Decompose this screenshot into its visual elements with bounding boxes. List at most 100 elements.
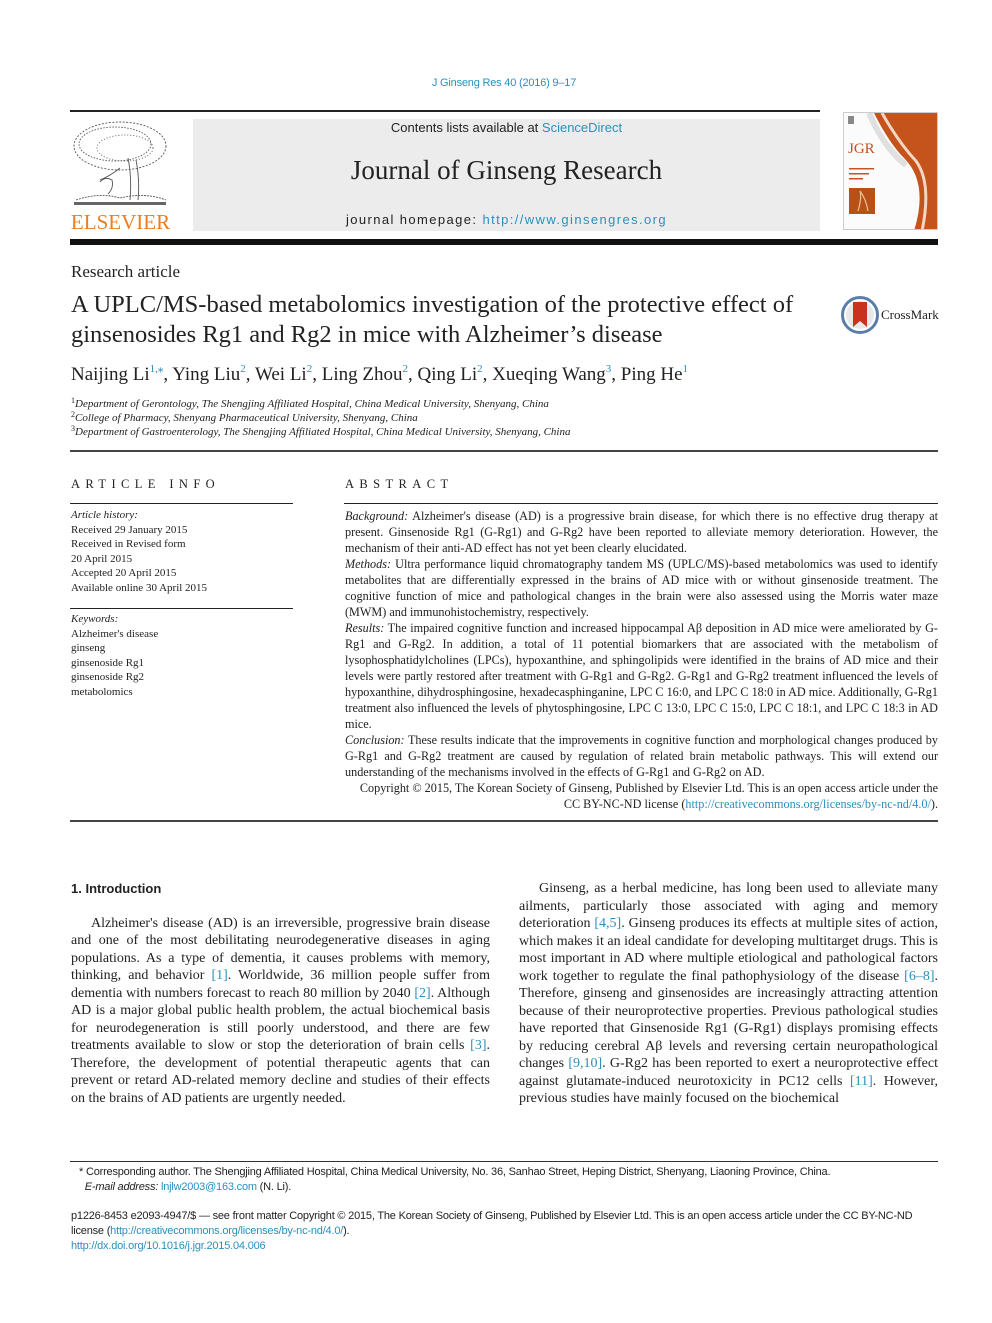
homepage-label: journal homepage: bbox=[345, 212, 483, 227]
article-type: Research article bbox=[71, 262, 181, 281]
doi-link[interactable]: http://dx.doi.org/10.1016/j.jgr.2015.04.… bbox=[71, 1240, 266, 1252]
body-column-right: Ginseng, as a herbal medicine, has long … bbox=[519, 880, 938, 1108]
author-name[interactable]: Ling Zhou bbox=[322, 364, 403, 385]
reference-link[interactable]: [4,5] bbox=[594, 916, 621, 931]
article-history-label: Article history: bbox=[71, 509, 138, 521]
affiliation-text: Department of Gerontology, The Shengjing… bbox=[75, 398, 549, 410]
header-top-rule bbox=[70, 110, 820, 112]
article-info-heading: ARTICLE INFO bbox=[71, 477, 221, 491]
reference-link[interactable]: [11] bbox=[850, 1074, 873, 1089]
journal-banner: Contents lists available at ScienceDirec… bbox=[193, 119, 820, 231]
section-divider bbox=[70, 450, 938, 452]
email-suffix: (N. Li). bbox=[256, 1181, 292, 1193]
abstract-heading: ABSTRACT bbox=[345, 477, 454, 491]
affiliation-text: Department of Gastroenterology, The Shen… bbox=[75, 426, 571, 438]
article-history-list: Received 29 January 2015 Received in Revi… bbox=[71, 523, 207, 596]
crossmark-icon bbox=[841, 296, 879, 334]
article-title: A UPLC/MS-based metabolomics investigati… bbox=[71, 291, 794, 348]
abstract-results: Results: The impaired cognitive function… bbox=[345, 620, 938, 732]
keyword-item: ginsenoside Rg2 bbox=[71, 671, 145, 683]
author-affiliation-marker[interactable]: 3 bbox=[606, 363, 612, 375]
author-affiliation-marker[interactable]: 1,⁎ bbox=[150, 363, 164, 375]
abstract-text: Ultra performance liquid chromatography … bbox=[345, 557, 938, 619]
email-link[interactable]: lnjlw2003@163.com bbox=[161, 1181, 257, 1193]
email-label: E-mail address: bbox=[84, 1181, 159, 1193]
article-history: Article history: Received 29 January 201… bbox=[71, 508, 207, 595]
history-item: Available online 30 April 2015 bbox=[71, 581, 208, 594]
journal-cover-thumbnail[interactable]: JGR bbox=[843, 112, 938, 230]
keyword-list: Alzheimer's disease ginseng ginsenoside Rg… bbox=[71, 627, 158, 700]
elsevier-tree-icon bbox=[70, 118, 170, 210]
abstract-rule bbox=[344, 503, 938, 504]
author-name[interactable]: Wei Li bbox=[255, 364, 307, 385]
elsevier-logo[interactable]: ELSEVIER bbox=[68, 118, 173, 234]
affiliation-3: 3Department of Gastroenterology, The She… bbox=[71, 424, 570, 438]
abstract-copyright: Copyright © 2015, The Korean Society of … bbox=[345, 780, 938, 812]
corresponding-author-text: Corresponding author. The Shengjing Affi… bbox=[83, 1166, 831, 1178]
abstract-text: These results indicate that the improvem… bbox=[345, 733, 938, 779]
author-name[interactable]: Ping He bbox=[621, 364, 683, 385]
abstract-bottom-rule bbox=[70, 820, 938, 822]
abstract-body: Background: Alzheimer's disease (AD) is … bbox=[345, 508, 938, 812]
reference-link[interactable]: [3] bbox=[470, 1038, 486, 1053]
cover-jgr-label: JGR bbox=[848, 141, 875, 157]
article-info-rule bbox=[70, 503, 293, 504]
keywords-section: Keywords: Alzheimer's disease ginseng gins… bbox=[71, 612, 158, 699]
sciencedirect-link[interactable]: ScienceDirect bbox=[542, 120, 622, 135]
author-affiliation-marker[interactable]: 1 bbox=[683, 363, 689, 375]
corresponding-author-note: * Corresponding author. The Shengjing Af… bbox=[71, 1165, 939, 1195]
keyword-item: Alzheimer's disease bbox=[71, 627, 159, 640]
footnote-rule bbox=[70, 1161, 938, 1162]
author-name[interactable]: Qing Li bbox=[417, 364, 477, 385]
abstract-text: Alzheimer's disease (AD) is a progressiv… bbox=[345, 509, 938, 555]
author-name[interactable]: Xueqing Wang bbox=[492, 364, 606, 385]
affiliation-text: College of Pharmacy, Shenyang Pharmaceut… bbox=[75, 412, 418, 424]
journal-cover-image: JGR bbox=[844, 113, 937, 229]
keyword-item: metabolomics bbox=[71, 685, 133, 698]
history-item: Received 29 January 2015 bbox=[71, 523, 188, 536]
reference-link[interactable]: [2] bbox=[414, 986, 430, 1001]
keyword-item: ginsenoside Rg1 bbox=[71, 656, 145, 669]
keywords-rule bbox=[70, 608, 293, 609]
abstract-conclusion: Conclusion: These results indicate that … bbox=[345, 732, 938, 780]
intro-paragraph-2: Ginseng, as a herbal medicine, has long … bbox=[519, 880, 938, 1108]
abstract-background: Background: Alzheimer's disease (AD) is … bbox=[345, 508, 938, 556]
issn-end: ). bbox=[343, 1225, 350, 1237]
reference-link[interactable]: [9,10] bbox=[568, 1056, 602, 1071]
keywords-label: Keywords: bbox=[71, 613, 119, 625]
history-item: Accepted 20 April 2015 bbox=[71, 567, 177, 579]
reference-link[interactable]: [6–8] bbox=[904, 969, 934, 984]
contents-available-line: Contents lists available at ScienceDirec… bbox=[193, 120, 820, 135]
author-affiliation-marker[interactable]: 2 bbox=[477, 363, 483, 375]
crossmark-label: CrossMark bbox=[881, 307, 939, 322]
abstract-methods: Methods: Ultra performance liquid chroma… bbox=[345, 556, 938, 620]
abstract-label: Methods: bbox=[345, 557, 392, 571]
crossmark-button[interactable]: CrossMark bbox=[841, 296, 941, 336]
section-heading-introduction: 1. Introduction bbox=[71, 881, 162, 896]
header-thick-rule bbox=[70, 239, 938, 245]
history-item: 20 April 2015 bbox=[71, 552, 133, 565]
author-name[interactable]: Naijing Li bbox=[71, 364, 150, 385]
body-column-left: 1. Introduction Alzheimer's disease (AD)… bbox=[71, 880, 490, 1107]
affiliation-1: 1Department of Gerontology, The Shengjin… bbox=[71, 396, 549, 410]
author-affiliation-marker[interactable]: 2 bbox=[240, 363, 246, 375]
contents-prefix: Contents lists available at bbox=[390, 120, 542, 135]
author-name[interactable]: Ying Liu bbox=[172, 364, 240, 385]
author-affiliation-marker[interactable]: 2 bbox=[402, 363, 408, 375]
affiliation-2: 2College of Pharmacy, Shenyang Pharmaceu… bbox=[71, 410, 418, 424]
abstract-label: Conclusion: bbox=[345, 733, 405, 747]
footnote-license-link[interactable]: http://creativecommons.org/licenses/by-n… bbox=[110, 1225, 343, 1237]
homepage-link[interactable]: http://www.ginsengres.org bbox=[482, 212, 667, 227]
reference-link[interactable]: [1] bbox=[211, 968, 227, 983]
abstract-text: The impaired cognitive function and incr… bbox=[345, 621, 938, 731]
issn-copyright-note: p1226-8453 e2093-4947/$ — see front matt… bbox=[71, 1209, 939, 1254]
copyright-end: ). bbox=[930, 797, 938, 811]
history-item: Received in Revised form bbox=[71, 538, 186, 550]
intro-paragraph-1: Alzheimer's disease (AD) is an irreversi… bbox=[71, 915, 490, 1108]
license-link[interactable]: http://creativecommons.org/licenses/by-n… bbox=[685, 797, 931, 811]
keyword-item: ginseng bbox=[71, 642, 106, 654]
journal-citation-link[interactable]: J Ginseng Res 40 (2016) 9–17 bbox=[0, 77, 992, 89]
abstract-label: Results: bbox=[345, 621, 385, 635]
author-affiliation-marker[interactable]: 2 bbox=[307, 363, 313, 375]
abstract-label: Background: bbox=[345, 509, 409, 523]
